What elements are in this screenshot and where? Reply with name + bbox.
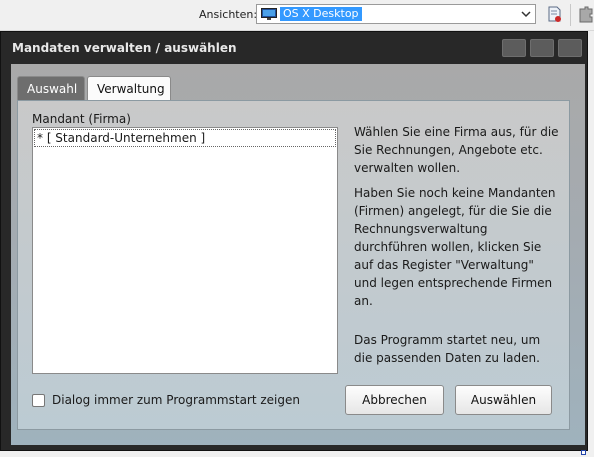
tab-verwaltung[interactable]: Verwaltung (87, 76, 171, 100)
client-listbox[interactable]: * [ Standard-Unternehmen ] (32, 127, 338, 374)
puzzle-icon[interactable] (578, 6, 594, 23)
chevron-down-icon[interactable] (520, 8, 532, 20)
top-toolbar: Ansichten: OS X Desktop (0, 0, 594, 31)
close-button[interactable] (558, 39, 582, 57)
select-button[interactable]: Auswählen (455, 385, 552, 415)
mandate-dialog: Mandaten verwalten / auswählen Auswahl V… (0, 31, 588, 451)
monitor-icon (261, 8, 277, 20)
minimize-button[interactable] (502, 39, 526, 57)
maximize-button[interactable] (530, 39, 554, 57)
views-label: Ansichten: (199, 8, 258, 21)
tab-panel-auswahl: Mandant (Firma) * [ Standard-Unternehmen… (17, 100, 570, 430)
info-text-create: Haben Sie noch keine Mandanten (Firmen) … (354, 186, 556, 308)
startup-checkbox-label[interactable]: Dialog immer zum Programmstart zeigen (52, 393, 300, 407)
client-list-label: Mandant (Firma) (32, 112, 131, 126)
info-text-restart: Das Programm startet neu, um die passend… (354, 333, 541, 365)
document-settings-icon[interactable] (548, 6, 562, 23)
tab-auswahl[interactable]: Auswahl (17, 76, 85, 100)
views-select[interactable]: OS X Desktop (256, 4, 536, 24)
startup-checkbox[interactable] (32, 394, 45, 407)
dialog-title: Mandaten verwalten / auswählen (12, 41, 237, 55)
cancel-button[interactable]: Abbrechen (345, 385, 444, 415)
resize-handle[interactable] (581, 450, 586, 455)
views-select-value: OS X Desktop (280, 7, 362, 21)
dialog-client-area: Auswahl Verwaltung Mandant (Firma) * [ S… (11, 64, 585, 445)
list-item[interactable]: * [ Standard-Unternehmen ] (34, 129, 336, 147)
toolbar-separator (570, 4, 571, 26)
info-text-select: Wählen Sie eine Firma aus, für die Sie R… (354, 125, 559, 175)
